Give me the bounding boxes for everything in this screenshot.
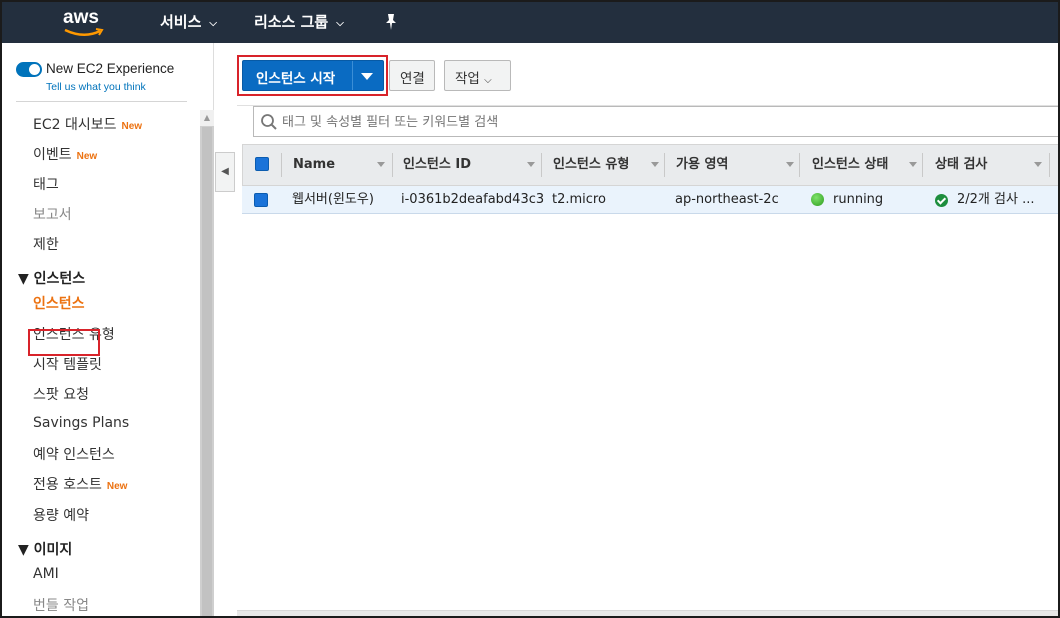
cell-status-checks[interactable]: 2/2개 검사 ... <box>957 186 1034 214</box>
resource-groups-menu[interactable]: 리소스 그룹 ⌵ <box>254 2 344 43</box>
column-divider <box>922 153 923 177</box>
sidebar-item-events[interactable]: 이벤트 New <box>33 144 97 164</box>
new-badge: New <box>106 481 128 492</box>
new-badge: New <box>121 121 143 132</box>
scroll-up-icon[interactable]: ▲ <box>200 110 214 126</box>
column-divider <box>281 153 282 177</box>
launch-instance-button[interactable]: 인스턴스 시작 <box>242 60 384 91</box>
sidebar-collapse-button[interactable]: ◀ <box>215 152 235 192</box>
search-icon <box>261 114 277 130</box>
services-menu[interactable]: 서비스 ⌵ <box>160 2 217 43</box>
sidebar-scroll-thumb[interactable] <box>202 127 212 616</box>
sidebar-item-reserved-instances[interactable]: 예약 인스턴스 <box>33 444 115 464</box>
search-input[interactable] <box>282 112 882 132</box>
resource-groups-label: 리소스 그룹 <box>254 13 329 31</box>
chevron-left-icon: ◀ <box>221 166 229 177</box>
sidebar-section-instances[interactable]: ▼ 인스턴스 <box>18 268 85 288</box>
sidebar-item-label: 이벤트 <box>33 147 72 163</box>
aws-logo[interactable]: aws <box>63 7 107 37</box>
sidebar-item-capacity-reservations[interactable]: 용량 예약 <box>33 505 89 525</box>
sidebar: New EC2 Experience Tell us what you thin… <box>4 43 214 616</box>
sidebar-item-ec2-dashboard[interactable]: EC2 대시보드 New <box>33 114 142 134</box>
column-header-instance-state[interactable]: 인스턴스 상태 <box>812 145 888 185</box>
column-header-name[interactable]: Name <box>293 145 335 185</box>
sidebar-item-bundle-tasks[interactable]: 번들 작업 <box>33 595 89 615</box>
sidebar-item-launch-templates[interactable]: 시작 템플릿 <box>33 354 102 374</box>
cell-name: 웹서버(윈도우) <box>292 192 374 207</box>
column-header-availability-zone[interactable]: 가용 영역 <box>676 145 728 185</box>
sidebar-item-savings-plans[interactable]: Savings Plans <box>33 415 129 431</box>
sidebar-item-spot-requests[interactable]: 스팟 요청 <box>33 384 89 404</box>
running-status-icon <box>811 193 824 206</box>
check-circle-icon <box>935 194 948 207</box>
services-label: 서비스 <box>160 13 202 31</box>
horizontal-scrollbar[interactable] <box>237 610 1058 616</box>
row-checkbox[interactable] <box>254 193 268 207</box>
column-divider <box>1049 153 1050 177</box>
top-navigation-bar: aws 서비스 ⌵ 리소스 그룹 ⌵ <box>2 2 1058 43</box>
column-divider <box>392 153 393 177</box>
main-content: 인스턴스 시작 연결 작업 ⌵ Name 인스턴스 I <box>237 43 1058 616</box>
sidebar-section-images[interactable]: ▼ 이미지 <box>18 539 72 559</box>
cell-availability-zone: ap-northeast-2c <box>675 192 779 207</box>
chevron-down-icon: ⌵ <box>336 18 344 29</box>
select-all-checkbox[interactable] <box>255 157 269 171</box>
actions-button[interactable]: 작업 ⌵ <box>444 60 511 91</box>
cell-instance-id: i-0361b2deafabd43c3 <box>401 192 545 207</box>
column-divider <box>664 153 665 177</box>
launch-instance-label: 인스턴스 시작 <box>256 71 336 87</box>
new-badge: New <box>76 151 98 162</box>
column-header-status-checks[interactable]: 상태 검사 <box>935 145 987 185</box>
window-frame: aws 서비스 ⌵ 리소스 그룹 ⌵ New EC2 Experience Tell… <box>0 0 1060 618</box>
aws-logo-text: aws <box>63 7 99 28</box>
column-divider <box>541 153 542 177</box>
instances-highlight-box <box>28 329 100 356</box>
chevron-down-icon: ⌵ <box>209 18 217 29</box>
pin-icon[interactable] <box>383 13 399 31</box>
column-divider <box>799 153 800 177</box>
column-header-instance-type[interactable]: 인스턴스 유형 <box>553 145 629 185</box>
sort-icon[interactable] <box>786 162 794 167</box>
sidebar-item-instances[interactable]: 인스턴스 <box>33 293 85 313</box>
connect-button[interactable]: 연결 <box>389 60 435 91</box>
instances-table: Name 인스턴스 ID 인스턴스 유형 가용 영역 인스턴스 상태 상태 검사 <box>242 144 1058 616</box>
sidebar-item-label: 전용 호스트 <box>33 477 102 493</box>
aws-smile-icon <box>64 28 104 36</box>
actions-text: 작업 <box>455 71 480 87</box>
sidebar-item-label: EC2 대시보드 <box>33 117 117 133</box>
sort-icon[interactable] <box>651 162 659 167</box>
table-header: Name 인스턴스 ID 인스턴스 유형 가용 영역 인스턴스 상태 상태 검사 <box>242 144 1058 186</box>
sort-icon[interactable] <box>377 162 385 167</box>
new-experience-toggle[interactable] <box>16 62 42 77</box>
cell-instance-type: t2.micro <box>552 192 606 207</box>
sidebar-item-tags[interactable]: 태그 <box>33 174 59 194</box>
sort-icon[interactable] <box>1034 162 1042 167</box>
filter-search-bar[interactable] <box>253 106 1058 137</box>
sort-icon[interactable] <box>527 162 535 167</box>
sort-icon[interactable] <box>909 162 917 167</box>
sidebar-divider <box>16 101 187 102</box>
cell-instance-state: running <box>833 192 884 207</box>
sidebar-item-reports[interactable]: 보고서 <box>33 204 72 224</box>
feedback-link[interactable]: Tell us what you think <box>46 81 146 93</box>
split-divider <box>352 61 353 90</box>
actions-label: 작업 ⌵ <box>455 67 492 87</box>
sidebar-item-ami[interactable]: AMI <box>33 566 59 582</box>
new-experience-label: New EC2 Experience <box>46 61 175 76</box>
sidebar-nav-list: EC2 대시보드 New 이벤트 New 태그 보고서 제한 ▼ 인스턴스 인스턴스… <box>4 106 200 616</box>
sidebar-item-limits[interactable]: 제한 <box>33 234 59 254</box>
table-row[interactable]: 웹서버(윈도우) i-0361b2deafabd43c3 t2.micro ap… <box>242 186 1058 214</box>
sidebar-item-dedicated-hosts[interactable]: 전용 호스트 New <box>33 474 127 494</box>
column-header-instance-id[interactable]: 인스턴스 ID <box>403 145 471 185</box>
caret-down-icon[interactable] <box>361 73 373 80</box>
connect-label: 연결 <box>400 71 425 87</box>
chevron-down-icon: ⌵ <box>484 75 492 86</box>
